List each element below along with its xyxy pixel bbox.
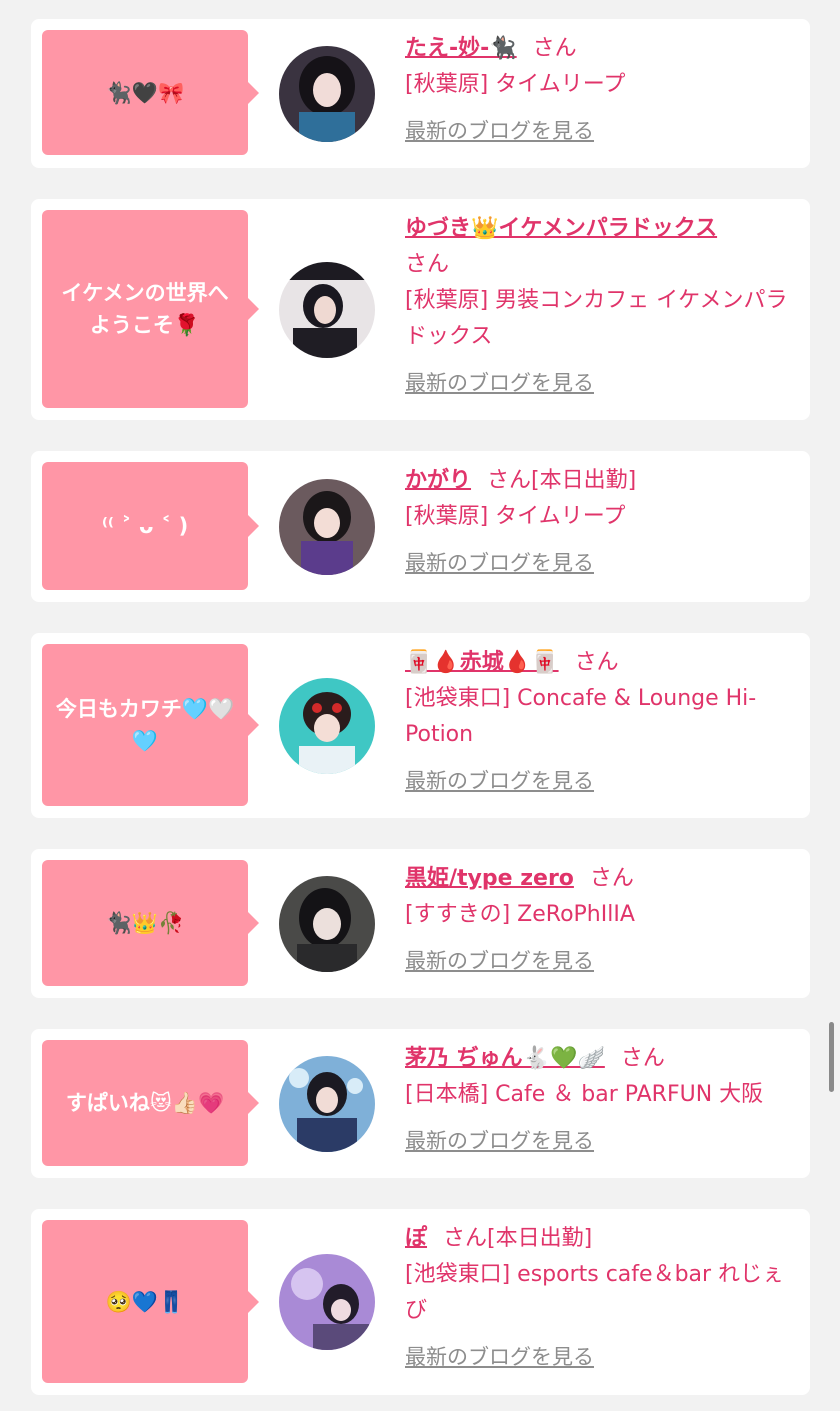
cast-info: ゆづき👑イケメンパラドックス さん [秋葉原] 男装コンカフェ イケメンパラドック… (405, 211, 800, 402)
name-row: ぽさん[本日出勤] (405, 1221, 800, 1257)
avatar[interactable] (279, 876, 375, 972)
cast-card: すぱいね😻👍🏻💗 茅乃 ぢゅん🐇💚🪽 さん [日本橋] Cafe ＆ bar PA… (31, 1029, 810, 1178)
message-bubble: 🥺💙👖 (42, 1220, 259, 1383)
cast-card: イケメンの世界へようこそ🌹 ゆづき👑イケメンパラドックス さん [秋葉原] 男装コ… (31, 199, 810, 420)
message-bubble: すぱいね😻👍🏻💗 (42, 1040, 259, 1166)
latest-blog-link[interactable]: 最新のブログを見る (405, 763, 594, 799)
cast-card: 🐈‍⬛🖤🎀 たえ-妙-🐈‍⬛ さん [秋葉原] タイムリープ 最新のブログを見る (31, 19, 810, 168)
cast-name-link[interactable]: かがり (405, 468, 471, 493)
avatar[interactable] (279, 262, 375, 358)
cast-info: たえ-妙-🐈‍⬛ さん [秋葉原] タイムリープ 最新のブログを見る (405, 31, 800, 150)
avatar-photo (279, 1254, 375, 1350)
name-row: かがり さん[本日出勤] (405, 463, 800, 499)
attendance-status: [本日出勤] (487, 1226, 593, 1251)
name-suffix: さん (405, 252, 450, 277)
name-suffix: さん (620, 1046, 665, 1071)
cast-name-link[interactable]: 黒姫/type zero (405, 866, 574, 891)
shop-label: [池袋東口] esports cafe＆bar れじぇび (405, 1262, 785, 1323)
cast-name-link[interactable]: ゆづき👑イケメンパラドックス (405, 216, 717, 241)
scrollbar-thumb[interactable] (829, 1022, 834, 1092)
name-suffix: さん (589, 866, 634, 891)
avatar-photo (279, 876, 375, 972)
avatar-photo (279, 678, 375, 774)
message-bubble: イケメンの世界へようこそ🌹 (42, 210, 259, 408)
message-bubble: 🐈‍⬛👑🥀 (42, 860, 259, 986)
cast-info: 茅乃 ぢゅん🐇💚🪽 さん [日本橋] Cafe ＆ bar PARFUN 大阪 最… (405, 1041, 800, 1160)
latest-blog-link[interactable]: 最新のブログを見る (405, 365, 594, 401)
attendance-status: [本日出勤] (531, 468, 637, 493)
shop-label: [池袋東口] Concafe & Lounge Hi-Potion (405, 686, 757, 747)
name-suffix: さん (487, 468, 532, 493)
latest-blog-link[interactable]: 最新のブログを見る (405, 1339, 594, 1375)
cast-name-link[interactable]: 茅乃 ぢゅん🐇💚🪽 (405, 1046, 605, 1071)
name-suffix: さん (574, 650, 619, 675)
avatar-photo (279, 479, 375, 575)
name-row: ゆづき👑イケメンパラドックス さん (405, 211, 800, 283)
avatar-photo (279, 1056, 375, 1152)
avatar-photo (279, 46, 375, 142)
cast-info: 黒姫/type zero さん [すすきの] ZeRoPhIlIA 最新のブログを… (405, 861, 800, 980)
name-row: 🀄🩸赤城🩸🀄 さん (405, 645, 800, 681)
cast-name-link[interactable]: ぽ (405, 1226, 427, 1251)
cast-info: 🀄🩸赤城🩸🀄 さん [池袋東口] Concafe & Lounge Hi-Poti… (405, 645, 800, 800)
name-row: たえ-妙-🐈‍⬛ さん (405, 31, 800, 67)
cast-name-link[interactable]: 🀄🩸赤城🩸🀄 (405, 650, 559, 675)
latest-blog-link[interactable]: 最新のブログを見る (405, 1123, 594, 1159)
message-bubble: 今日もカワチ🩵🤍🩵 (42, 644, 259, 806)
avatar-photo (279, 262, 375, 358)
shop-label: [秋葉原] タイムリープ (405, 504, 626, 529)
avatar[interactable] (279, 1056, 375, 1152)
cast-info: ぽさん[本日出勤] [池袋東口] esports cafe＆bar れじぇび 最… (405, 1221, 800, 1376)
cast-card: ⁽⁽ ˃ ᴗ ˂ ) かがり さん[本日出勤] [秋葉原] タイムリープ 最新のブ… (31, 451, 810, 602)
avatar[interactable] (279, 46, 375, 142)
latest-blog-link[interactable]: 最新のブログを見る (405, 113, 594, 149)
message-bubble: 🐈‍⬛🖤🎀 (42, 30, 259, 155)
avatar[interactable] (279, 678, 375, 774)
cast-card: 🥺💙👖 ぽさん[本日出勤] [池袋東口] esports cafe＆bar れじ… (31, 1209, 810, 1395)
name-row: 茅乃 ぢゅん🐇💚🪽 さん (405, 1041, 800, 1077)
latest-blog-link[interactable]: 最新のブログを見る (405, 545, 594, 581)
avatar[interactable] (279, 1254, 375, 1350)
name-suffix: さん (532, 36, 577, 61)
cast-card: 今日もカワチ🩵🤍🩵 🀄🩸赤城🩸🀄 さん [池袋東口] Concafe & Loun… (31, 633, 810, 818)
latest-blog-link[interactable]: 最新のブログを見る (405, 943, 594, 979)
message-bubble: ⁽⁽ ˃ ᴗ ˂ ) (42, 462, 259, 590)
avatar[interactable] (279, 479, 375, 575)
name-row: 黒姫/type zero さん (405, 861, 800, 897)
cast-card: 🐈‍⬛👑🥀 黒姫/type zero さん [すすきの] ZeRoPhIlIA 最… (31, 849, 810, 998)
shop-label: [すすきの] ZeRoPhIlIA (405, 902, 635, 927)
cast-name-link[interactable]: たえ-妙-🐈‍⬛ (405, 36, 517, 61)
shop-label: [日本橋] Cafe ＆ bar PARFUN 大阪 (405, 1082, 764, 1107)
shop-label: [秋葉原] タイムリープ (405, 72, 626, 97)
name-suffix: さん (443, 1226, 488, 1251)
shop-label: [秋葉原] 男装コンカフェ イケメンパラドックス (405, 288, 788, 349)
cast-info: かがり さん[本日出勤] [秋葉原] タイムリープ 最新のブログを見る (405, 463, 800, 582)
